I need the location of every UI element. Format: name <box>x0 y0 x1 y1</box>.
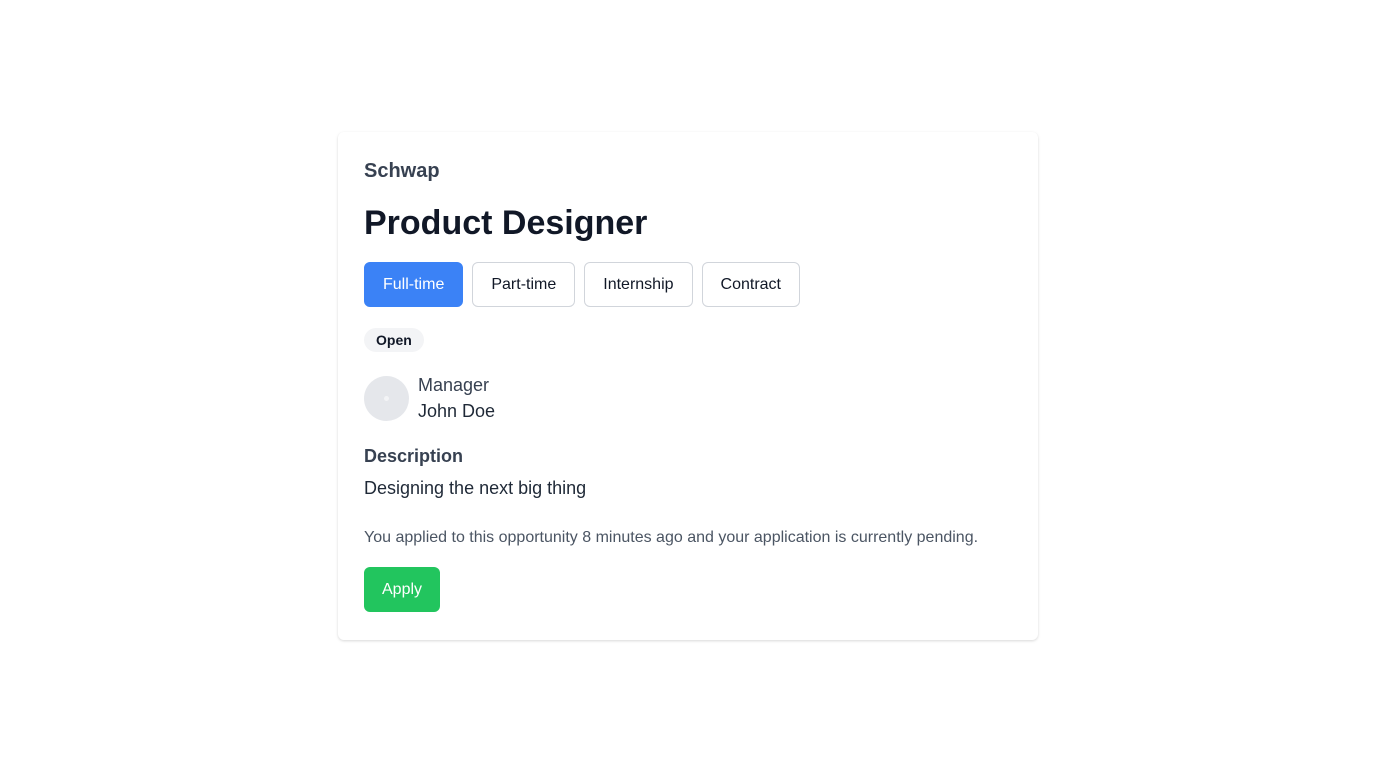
manager-name: John Doe <box>418 401 496 421</box>
employment-type-selector: Full-time Part-time Internship Contract <box>364 262 1012 307</box>
description-text: Designing the next big thing <box>364 478 587 498</box>
avatar <box>364 375 409 421</box>
type-button-contract[interactable]: Contract <box>701 262 800 307</box>
description-label: Description <box>364 446 464 466</box>
job-title: Product Designer <box>364 204 648 242</box>
type-button-full-time[interactable]: Full-time <box>364 262 464 307</box>
apply-button[interactable]: Apply <box>364 567 441 612</box>
manager-role: Manager <box>418 375 490 395</box>
manager-info: Manager John Doe <box>364 372 1012 424</box>
application-status-text: You applied to this opportunity 8 minute… <box>364 529 979 546</box>
avatar-placeholder-icon <box>384 395 389 401</box>
company-name: Schwap <box>364 160 440 182</box>
status-badge: Open <box>364 328 424 352</box>
job-card: Schwap Product Designer Full-time Part-t… <box>338 132 1038 640</box>
type-button-internship[interactable]: Internship <box>584 262 693 307</box>
manager-details: Manager John Doe <box>418 372 495 424</box>
type-button-part-time[interactable]: Part-time <box>472 262 576 307</box>
